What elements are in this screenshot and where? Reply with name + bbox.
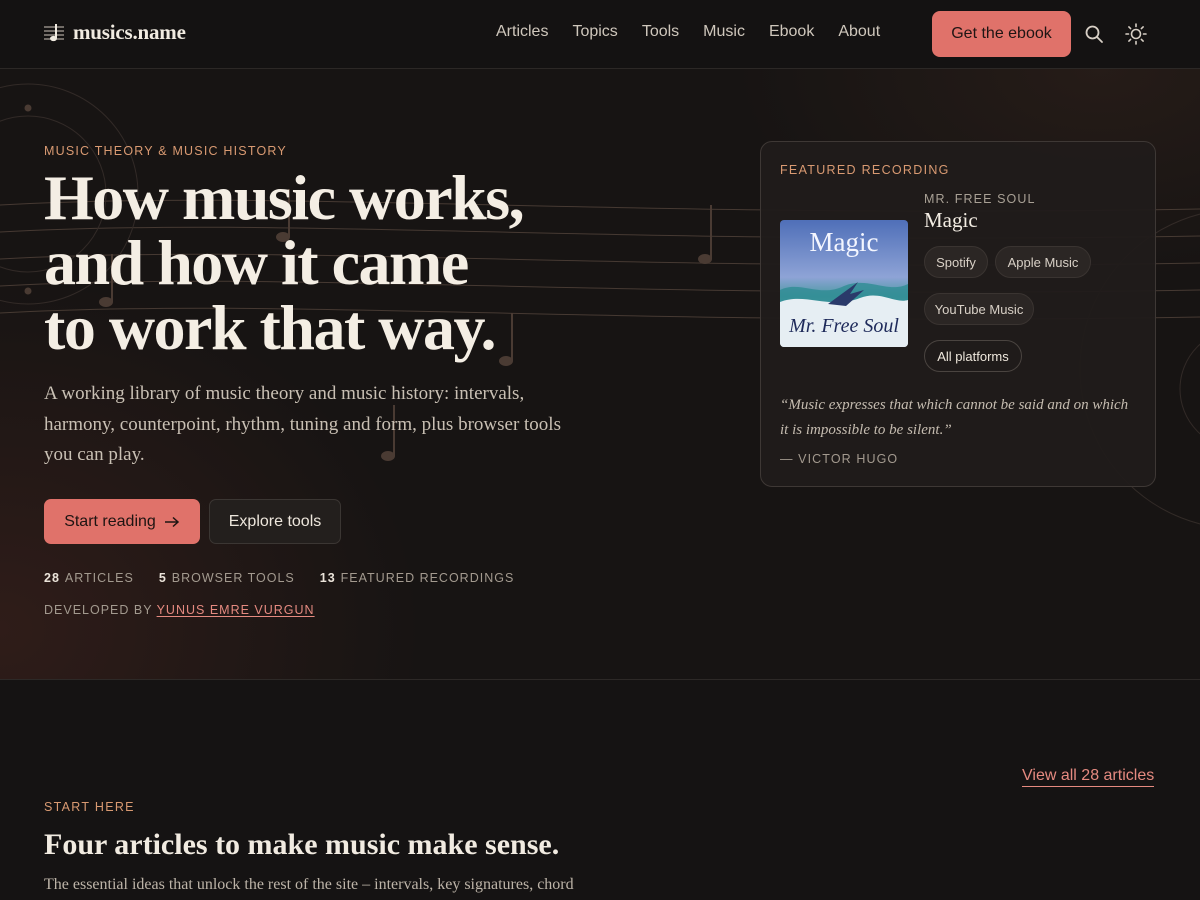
nav-ebook[interactable]: Ebook [769,23,814,41]
nav-music[interactable]: Music [703,23,745,41]
stat-label: Featured recordings [340,571,515,585]
arrow-right-icon [164,516,179,527]
stat-articles: 28 Articles [44,571,134,585]
start-reading-button[interactable]: Start reading [44,499,200,544]
stat-label: Articles [64,571,134,585]
hero-eyebrow: Music theory & music history [44,144,287,158]
start-reading-label: Start reading [64,512,156,530]
developed-by-prefix: Developed by [44,603,153,617]
youtube-music-link[interactable]: YouTube Music [924,293,1034,325]
hero-title-line-2: and how it came [44,227,469,298]
stat-tools: 5 Browser tools [159,571,295,585]
site-name: musics.name [73,20,186,44]
apple-music-link[interactable]: Apple Music [995,246,1091,278]
hero-section: Music theory & music history How music w… [0,69,1200,680]
site-header: musics.name Articles Topics Tools Music … [0,0,1200,69]
site-logo[interactable]: musics.name [44,20,186,45]
developer-credit: Developed by Yunus Emre Vurgun [44,603,315,617]
stat-value: 28 [44,571,60,585]
album-title-text: Magic [810,227,879,257]
stat-recordings: 13 Featured recordings [320,571,515,585]
hero-title-line-1: How music works, [44,162,525,233]
nav-articles[interactable]: Articles [496,23,548,41]
quote-author: — Victor Hugo [780,452,899,466]
main-nav: Articles Topics Tools Music Ebook About [496,23,904,41]
start-here-description: The essential ideas that unlock the rest… [44,876,574,893]
hero-description: A working library of music theory and mu… [44,383,561,465]
search-icon[interactable] [1084,24,1104,44]
recording-title: Magic [924,208,978,232]
site-stats: 28 Articles 5 Browser tools 13 Featured rec… [44,571,514,585]
album-cover[interactable]: Magic Mr. Free Soul [780,220,908,347]
hero-title: How music works, and how it came to work… [44,165,684,360]
spotify-link[interactable]: Spotify [924,246,988,278]
album-artist-text: Mr. Free Soul [788,315,899,337]
stat-value: 5 [158,571,167,585]
explore-tools-button[interactable]: Explore tools [209,499,341,544]
view-all-articles-link[interactable]: View all 28 articles [1022,767,1155,787]
start-here-eyebrow: Start here [44,800,135,814]
stat-label: Browser tools [171,571,295,585]
nav-topics[interactable]: Topics [572,23,617,41]
featured-quote: “Music expresses that which cannot be sa… [780,397,1129,438]
nav-tools[interactable]: Tools [642,23,679,41]
music-note-logo-icon [44,23,64,41]
featured-recording-card: Featured recording Magic Mr. Free Soul M… [760,141,1156,487]
all-platforms-link[interactable]: All platforms [924,340,1022,372]
stat-value: 13 [319,571,336,585]
developer-link[interactable]: Yunus Emre Vurgun [157,603,315,617]
featured-eyebrow: Featured recording [780,163,950,177]
recording-artist: Mr. Free Soul [924,192,1036,206]
get-ebook-button[interactable]: Get the ebook [932,11,1071,57]
hero-title-line-3: to work that way. [44,292,496,363]
nav-about[interactable]: About [838,23,880,41]
sun-icon[interactable] [1124,22,1148,46]
start-here-title: Four articles to make music make sense. [44,828,560,861]
